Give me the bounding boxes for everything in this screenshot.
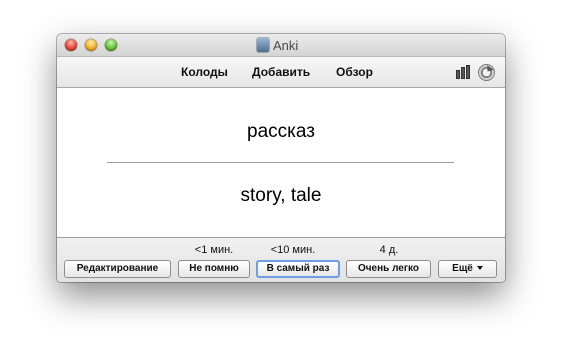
top-toolbar: Колоды Добавить Обзор: [57, 57, 505, 88]
answer-bar: <1 мин. <10 мин. 4 д. Редактирование Не …: [57, 237, 505, 282]
bar-chart-icon[interactable]: [456, 65, 474, 79]
easy-button[interactable]: Очень легко: [346, 260, 431, 278]
window-title: Anki: [257, 37, 298, 53]
again-interval: <1 мин.: [194, 244, 234, 256]
easy-interval: 4 д.: [379, 244, 399, 256]
card-back: story, tale: [240, 185, 322, 206]
again-button[interactable]: Не помню: [178, 260, 250, 278]
add-link[interactable]: Добавить: [252, 65, 310, 79]
window-title-text: Anki: [273, 37, 299, 53]
good-button[interactable]: В самый раз: [256, 260, 340, 278]
good-interval: <10 мин.: [270, 244, 316, 256]
title-bar[interactable]: Anki: [57, 34, 505, 57]
more-button[interactable]: Ещё: [438, 260, 497, 278]
chevron-down-icon: [476, 266, 483, 270]
more-button-label: Ещё: [452, 263, 473, 274]
browse-link[interactable]: Обзор: [336, 65, 373, 79]
sync-icon[interactable]: [479, 65, 494, 80]
answer-divider: [107, 162, 454, 163]
zoom-window-button[interactable]: [105, 39, 117, 51]
card-front: рассказ: [247, 121, 315, 142]
anki-window: Anki Колоды Добавить Обзор рассказ story…: [57, 34, 505, 282]
anki-app-icon: [257, 38, 269, 52]
close-window-button[interactable]: [65, 39, 77, 51]
edit-button[interactable]: Редактирование: [64, 260, 171, 278]
minimize-window-button[interactable]: [85, 39, 97, 51]
card-display: рассказ story, tale: [57, 88, 505, 237]
decks-link[interactable]: Колоды: [181, 65, 228, 79]
